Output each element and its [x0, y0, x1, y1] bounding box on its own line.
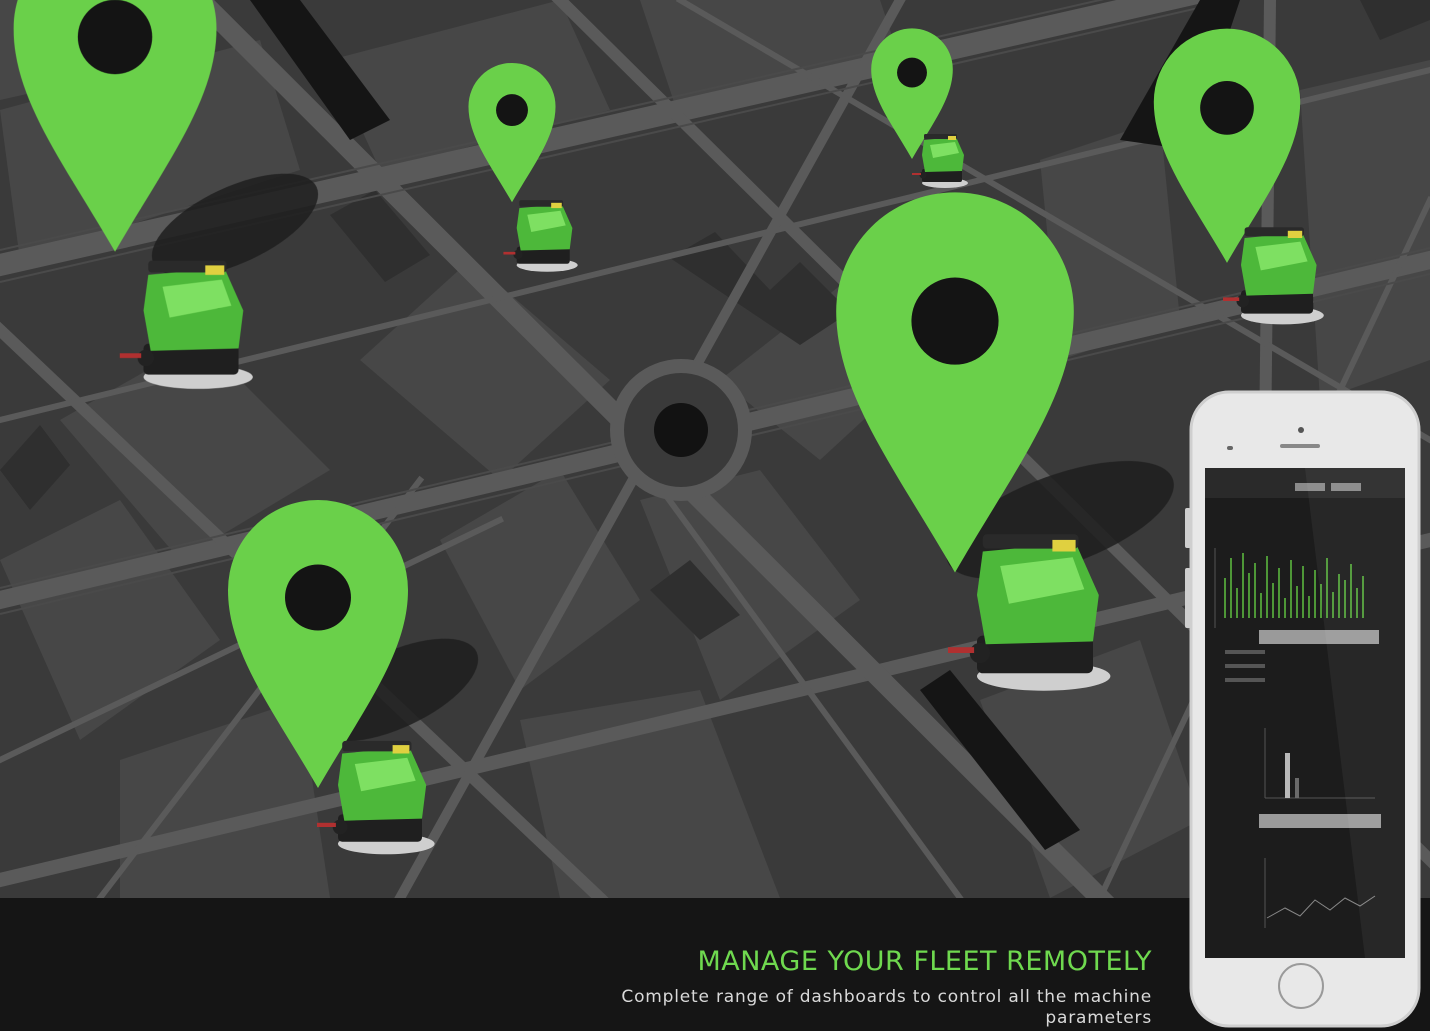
promo-banner: MANAGE YOUR FLEET REMOTELY Complete rang… [0, 0, 1430, 1031]
phone-camera [1298, 427, 1304, 433]
headline: MANAGE YOUR FLEET REMOTELY [697, 946, 1152, 977]
roundabout-center [654, 403, 708, 457]
smartphone-dashboard-icon [1185, 390, 1421, 1028]
phone-speaker [1280, 444, 1320, 448]
subline: Complete range of dashboards to control … [621, 987, 1152, 1028]
